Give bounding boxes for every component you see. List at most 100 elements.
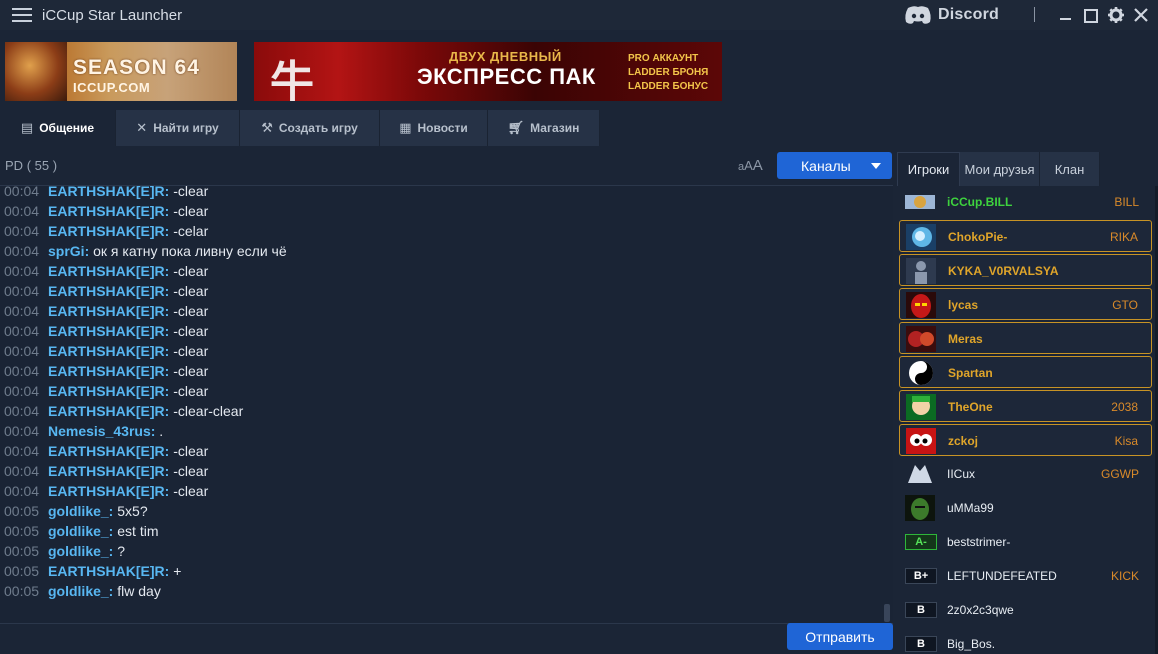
players-list[interactable]: iCCup.BILL BILL ChokoPie- RIKA KYKA_V0RVALSY… (897, 186, 1158, 654)
player-name: ChokoPie- (948, 230, 1008, 244)
chat-log[interactable]: 00:04 EARTHSHAK[E]R: -clear 00:04 EARTHSHAK… (0, 185, 893, 623)
font-large[interactable]: A (753, 157, 763, 174)
message-nick[interactable]: EARTHSHAK[E]R: (48, 223, 169, 239)
message-nick[interactable]: EARTHSHAK[E]R: (48, 343, 169, 359)
chat-message: 00:04 EARTHSHAK[E]R: -clear (4, 201, 208, 221)
season-banner-art (5, 42, 67, 101)
demon-avatar (906, 292, 936, 318)
message-nick[interactable]: sprGi: (48, 243, 89, 259)
player-row[interactable]: B+ LEFTUNDEFEATED KICK (899, 560, 1152, 592)
news-icon: ▦ (399, 120, 412, 135)
rank-badge: B (905, 636, 937, 652)
message-nick[interactable]: EARTHSHAK[E]R: (48, 443, 169, 459)
discord-label: Discord (938, 6, 999, 23)
message-time: 00:04 (4, 283, 40, 299)
message-time: 00:04 (4, 303, 40, 319)
tab-shop[interactable]: 🛒︎ Магазин (488, 110, 600, 146)
tab-news[interactable]: ▦ Новости (380, 110, 488, 146)
message-time: 00:05 (4, 503, 40, 519)
chat-message: 00:04 EARTHSHAK[E]R: -clear (4, 441, 208, 461)
player-row[interactable]: ChokoPie- RIKA (899, 220, 1152, 252)
player-clan-tag: GGWP (1101, 467, 1139, 481)
season-banner[interactable]: SEASON 64 ICCUP.COM (5, 42, 237, 101)
player-row[interactable]: IICux GGWP (899, 458, 1152, 490)
channel-user-count: ( 55 ) (26, 158, 58, 173)
player-name: iCCup.BILL (947, 195, 1013, 209)
message-nick[interactable]: EARTHSHAK[E]R: (48, 323, 169, 339)
font-medium[interactable]: A (744, 158, 753, 173)
send-button[interactable]: Отправить (787, 623, 893, 650)
message-text: -clear-clear (169, 403, 244, 419)
message-text: flw day (113, 583, 161, 599)
titlebar-divider (1034, 7, 1035, 22)
message-nick[interactable]: Nemesis_43rus: (48, 423, 155, 439)
chat-message: 00:05 goldlike_: ? (4, 541, 125, 561)
tab-find-game[interactable]: ✕ Найти игру (116, 110, 240, 146)
message-nick[interactable]: EARTHSHAK[E]R: (48, 383, 169, 399)
message-text: 5x5? (113, 503, 148, 519)
message-nick[interactable]: EARTHSHAK[E]R: (48, 203, 169, 219)
tab-news-label: Новости (417, 121, 468, 135)
message-time: 00:05 (4, 523, 40, 539)
message-text: -clear (169, 203, 209, 219)
message-nick[interactable]: EARTHSHAK[E]R: (48, 263, 169, 279)
channels-dropdown-button[interactable]: Каналы (777, 152, 892, 179)
tab-clan[interactable]: Клан (1040, 152, 1100, 186)
message-text: + (169, 563, 182, 579)
player-row[interactable]: B Big_Bos. (899, 628, 1152, 654)
message-nick[interactable]: EARTHSHAK[E]R: (48, 463, 169, 479)
wolf-avatar (905, 461, 935, 487)
chat-icon: ▤ (20, 120, 34, 135)
tab-create-game[interactable]: ⚒ Создать игру (240, 110, 380, 146)
chat-message: 00:04 EARTHSHAK[E]R: -clear (4, 281, 208, 301)
message-nick[interactable]: EARTHSHAK[E]R: (48, 283, 169, 299)
express-pack-banner[interactable]: 牛 ДВУХ ДНЕВНЫЙ ЭКСПРЕСС ПАК PRO АККАУНТ … (254, 42, 722, 101)
swords-icon: ✕ (136, 120, 148, 135)
message-nick[interactable]: EARTHSHAK[E]R: (48, 303, 169, 319)
font-size-control[interactable]: aAA (738, 157, 763, 175)
player-row[interactable]: Spartan (899, 356, 1152, 388)
message-time: 00:04 (4, 423, 40, 439)
minimize-icon[interactable] (1057, 6, 1075, 24)
message-text: -clear (169, 263, 209, 279)
player-row[interactable]: zckoj Kisa (899, 424, 1152, 456)
player-name: Big_Bos. (947, 637, 996, 651)
message-text: . (155, 423, 164, 439)
chat-scrollbar-thumb[interactable] (884, 604, 890, 622)
tab-my-friends[interactable]: Мои друзья (960, 152, 1040, 186)
player-row[interactable]: KYKA_V0RVALSYA (899, 254, 1152, 286)
channel-title: PD (5, 158, 24, 173)
maximize-icon[interactable] (1082, 6, 1100, 24)
message-input[interactable] (0, 623, 893, 654)
player-row[interactable]: TheOne 2038 (899, 390, 1152, 422)
season-banner-site: ICCUP.COM (73, 80, 151, 95)
message-nick[interactable]: EARTHSHAK[E]R: (48, 483, 169, 499)
message-nick[interactable]: EARTHSHAK[E]R: (48, 403, 169, 419)
message-nick[interactable]: EARTHSHAK[E]R: (48, 186, 169, 199)
message-nick[interactable]: EARTHSHAK[E]R: (48, 563, 169, 579)
close-icon[interactable] (1132, 6, 1150, 24)
discord-button[interactable]: Discord (904, 4, 999, 26)
message-nick[interactable]: goldlike_: (48, 503, 113, 519)
player-row[interactable]: lycas GTO (899, 288, 1152, 320)
message-nick[interactable]: goldlike_: (48, 523, 113, 539)
yin-yang-avatar (909, 361, 933, 385)
message-nick[interactable]: goldlike_: (48, 543, 113, 559)
player-row[interactable]: Meras (899, 322, 1152, 354)
chat-message: 00:04 sprGi: ок я катну пока ливну если ч… (4, 241, 287, 261)
menu-icon[interactable] (12, 7, 32, 23)
player-clan-tag: BILL (1114, 195, 1139, 209)
gear-icon[interactable] (1107, 6, 1125, 24)
tab-chat[interactable]: ▤ Общение (0, 110, 116, 146)
player-row[interactable]: iCCup.BILL BILL (899, 186, 1152, 218)
message-nick[interactable]: goldlike_: (48, 583, 113, 599)
chat-message: 00:04 EARTHSHAK[E]R: -clear-clear (4, 401, 243, 421)
message-nick[interactable]: EARTHSHAK[E]R: (48, 363, 169, 379)
player-row[interactable]: uMMa99 (899, 492, 1152, 524)
player-row[interactable]: B 2z0x2c3qwe (899, 594, 1152, 626)
admin-avatar (905, 195, 935, 209)
player-row[interactable]: A-beststrimer- (899, 526, 1152, 558)
player-name: IICux (947, 467, 976, 481)
tab-players[interactable]: Игроки (897, 152, 960, 186)
cart-icon: 🛒︎ (507, 120, 525, 135)
